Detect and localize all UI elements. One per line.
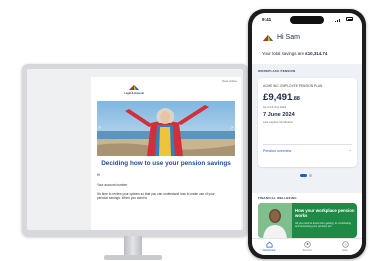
phone-screen: 9:41 Hi Sam Your total savings are £10,3… <box>252 13 362 255</box>
phone-device: 9:41 Hi Sam Your total savings are £10,3… <box>248 9 366 259</box>
last-contribution-date: 7 June 2024 <box>263 112 295 118</box>
monitor-screen: View online Legal & General ‹ › Deciding… <box>27 69 243 230</box>
wellbeing-description: All you need to know from getting, to co… <box>295 222 352 229</box>
wellbeing-title: How your workplace pension works <box>295 208 355 219</box>
financial-wellbeing-label: FINANCIAL WELLBEING <box>258 196 297 200</box>
plan-amount-pounds: £9,491 <box>263 92 293 103</box>
home-icon <box>266 241 272 248</box>
tab-account[interactable]: Account <box>295 241 319 252</box>
dynamic-island <box>290 16 324 24</box>
last-contribution-label: Last regular contribution <box>263 120 294 124</box>
workplace-pension-label: WORKPLACE PENSION <box>258 69 296 73</box>
pension-overview-link[interactable]: Pension overview <box>263 149 291 153</box>
card-divider <box>263 144 352 145</box>
carousel-dot[interactable] <box>309 174 312 177</box>
monitor-stand-base <box>104 255 162 260</box>
greeting-text: Hi Sam <box>277 34 300 41</box>
tab-label: Account <box>302 249 312 252</box>
tab-help[interactable]: ? Help <box>333 241 357 252</box>
email-preview: View online Legal & General ‹ › Deciding… <box>91 77 241 230</box>
legal-general-logo: Legal & General <box>124 84 144 98</box>
email-account-line: Your account number <box>97 183 128 187</box>
signal-bar <box>339 18 341 22</box>
tab-dashboard[interactable]: Dashboard <box>257 241 281 252</box>
greeting-row: Hi Sam <box>262 33 352 45</box>
hero-prev-arrow[interactable]: ‹ <box>99 125 101 131</box>
plan-name: ACME INC. EMPLOYEE PENSION PLAN <box>263 84 323 88</box>
status-icons <box>335 17 353 22</box>
email-heading: Deciding how to use your pension savings <box>101 160 231 167</box>
plan-amount: £9,491.88 <box>263 92 300 103</box>
umbrella-logo-icon <box>263 35 273 41</box>
plan-amount-pence: .88 <box>292 96 300 102</box>
beach-woman-photo <box>97 101 235 156</box>
svg-text:?: ? <box>344 242 347 247</box>
help-icon: ? <box>341 241 349 248</box>
wellbeing-card[interactable]: How your workplace pension works All you… <box>258 203 357 238</box>
status-time: 9:41 <box>262 17 272 22</box>
tab-label: Dashboard <box>262 249 276 252</box>
email-body-text: It's time to review your options so that… <box>97 192 215 201</box>
email-greeting: Hi <box>97 173 101 177</box>
umbrella-logo-icon <box>129 85 139 90</box>
pension-plan-card[interactable]: ACME INC. EMPLOYEE PENSION PLAN £9,491.8… <box>258 78 357 167</box>
hero-next-arrow[interactable]: › <box>231 125 233 131</box>
view-online-link[interactable]: View online <box>222 79 237 83</box>
profile-icon <box>303 241 311 248</box>
hero-photo: ‹ › <box>97 101 235 156</box>
desktop-monitor: View online Legal & General ‹ › Deciding… <box>22 64 248 236</box>
wellbeing-person-photo <box>258 203 292 238</box>
battery-icon <box>346 17 353 21</box>
tab-label: Help <box>342 249 348 252</box>
savings-total: £10,314.74 <box>305 51 328 56</box>
carousel-dot-active[interactable] <box>300 174 307 177</box>
savings-prefix: Your total savings are <box>262 51 306 56</box>
logo-wordmark: Legal & General <box>124 92 144 95</box>
total-savings-text: Your total savings are £10,314.74 <box>262 51 362 56</box>
plan-as-of-date: As of 14 July 2024 <box>263 105 287 109</box>
workplace-pension-section: WORKPLACE PENSION ACME INC. EMPLOYEE PEN… <box>252 64 362 193</box>
status-bar: 9:41 <box>252 13 362 27</box>
bottom-tab-bar: Dashboard Account ? Help <box>252 238 362 255</box>
arrow-right-icon[interactable]: → <box>347 147 352 153</box>
